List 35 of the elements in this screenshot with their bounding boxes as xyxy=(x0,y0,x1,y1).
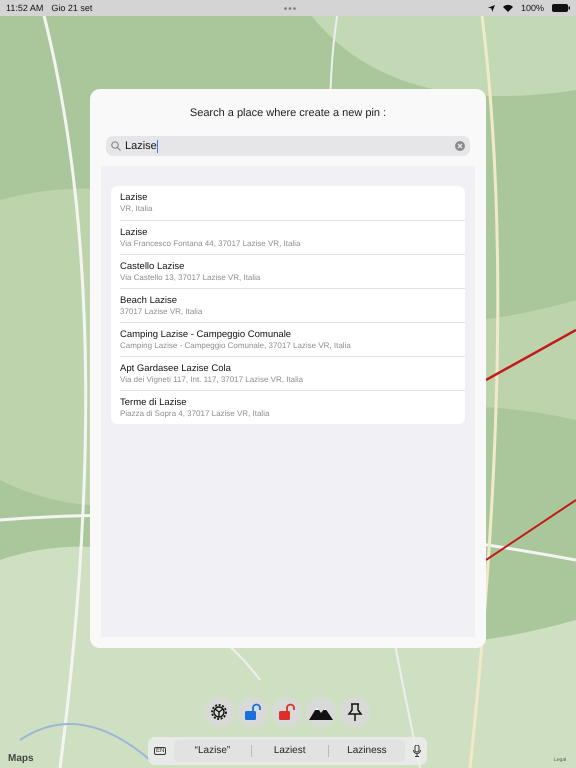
result-name[interactable]: Lazise xyxy=(120,227,465,238)
search-icon xyxy=(111,141,121,151)
result-address: Via Castello 13, 37017 Lazise VR, Italia xyxy=(120,272,262,283)
result-name[interactable]: Lazise xyxy=(120,192,465,203)
search-field[interactable]: Lazise xyxy=(106,136,470,156)
suggestion[interactable]: Laziness xyxy=(328,745,405,757)
result-name[interactable]: Camping Lazise - Campeggio Comunale xyxy=(120,329,465,340)
unlocked-padlock-icon xyxy=(244,703,262,721)
location-arrow-icon xyxy=(488,4,495,12)
battery-percentage: 100% xyxy=(520,3,544,13)
result-address: Via dei Vigneti 117, Int. 117, 37017 Lazise VR, Italia xyxy=(120,374,304,385)
result-address: VR, Italia xyxy=(120,203,154,214)
microphone-icon[interactable] xyxy=(413,745,421,757)
result-address: Piazza di Sopra 4, 37017 Lazise VR, Italia xyxy=(120,408,270,419)
battery-icon xyxy=(552,4,570,12)
suggestion[interactable]: “Lazise” xyxy=(174,745,251,757)
result-address: 37017 Lazise VR, Italia xyxy=(120,306,204,317)
result-name[interactable]: Terme di Lazise xyxy=(120,397,465,408)
more-dots-icon xyxy=(284,6,296,10)
dialog-title: Search a place where create a new pin : xyxy=(190,107,386,119)
search-text: Lazise xyxy=(125,140,157,152)
status-time: 11:52 AM xyxy=(6,3,44,13)
clear-icon[interactable] xyxy=(455,141,465,151)
result-address: Camping Lazise - Campeggio Comunale, 37017 Lazise VR, Italia xyxy=(120,340,352,351)
unlocked-padlock-icon xyxy=(278,703,296,721)
wifi-icon xyxy=(502,4,513,12)
suggestion[interactable]: Laziest xyxy=(250,745,328,757)
pushpin-icon xyxy=(347,702,363,722)
gear-icon xyxy=(209,702,229,722)
result-name[interactable]: Castello Lazise xyxy=(120,261,465,272)
status-date: Gio 21 set xyxy=(51,3,92,13)
result-address: Via Francesco Fontana 44, 37017 Lazise VR, Italia xyxy=(120,238,302,249)
maps-logo: Maps xyxy=(8,753,34,764)
result-name[interactable]: Apt Gardasee Lazise Cola xyxy=(120,363,465,374)
result-name[interactable]: Beach Lazise xyxy=(120,295,465,306)
